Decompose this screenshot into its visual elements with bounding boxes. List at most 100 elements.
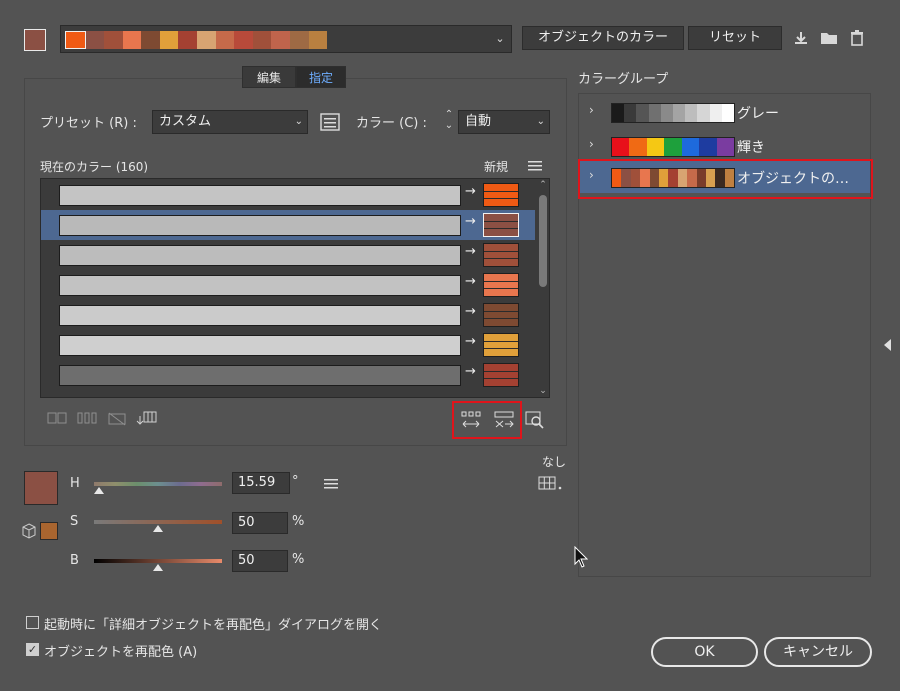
arrow-right-icon[interactable]: →	[465, 184, 483, 199]
color-group-row[interactable]: › 輝き	[579, 130, 870, 162]
table-row[interactable]: →	[41, 270, 535, 300]
arrow-right-icon[interactable]: →	[465, 274, 483, 289]
s-field[interactable]: 50	[232, 512, 288, 534]
color-group-row[interactable]: › グレー	[579, 96, 870, 128]
current-color-bar[interactable]	[59, 365, 461, 386]
color-library-grid-icon[interactable]	[538, 476, 564, 492]
current-color-bar[interactable]	[59, 275, 461, 296]
preset-dropdown[interactable]: カスタム ⌄	[152, 110, 308, 134]
save-group-icon[interactable]	[792, 30, 810, 48]
current-colors-header: 現在のカラー (160)	[40, 160, 149, 174]
object-color-button[interactable]: オブジェクトのカラー	[522, 26, 684, 50]
b-slider-thumb[interactable]	[153, 564, 163, 571]
color-reduction-options-icon[interactable]	[320, 112, 340, 132]
scroll-up-icon[interactable]: ⌃	[536, 179, 549, 191]
new-color-chip	[484, 364, 518, 372]
color-group-strip	[611, 103, 735, 123]
colors-label: カラー (C) :	[356, 116, 427, 131]
new-color-chip	[484, 199, 518, 207]
scroll-thumb[interactable]	[539, 195, 547, 287]
selected-color-swatch[interactable]	[24, 471, 58, 505]
recolor-object-label: オブジェクトを再配色 (A)	[44, 645, 198, 660]
new-color-swatch[interactable]	[483, 213, 519, 237]
new-color-chip	[484, 214, 518, 222]
recolor-object-checkbox[interactable]: ✓	[26, 643, 39, 656]
new-color-chip	[484, 184, 518, 192]
arrow-right-icon[interactable]: →	[465, 334, 483, 349]
arrow-right-icon[interactable]: →	[465, 244, 483, 259]
find-colors-in-artwork-icon[interactable]	[524, 410, 546, 429]
chevron-right-icon[interactable]: ›	[589, 137, 594, 151]
arrow-right-icon[interactable]: →	[465, 304, 483, 319]
h-slider-track[interactable]	[94, 482, 222, 486]
harmony-color-chip	[234, 31, 253, 49]
new-color-chip	[484, 259, 518, 267]
out-of-gamut-swatch[interactable]	[40, 522, 58, 540]
h-field[interactable]: 15.59	[232, 472, 290, 494]
current-color-bar[interactable]	[59, 185, 461, 206]
new-color-swatch[interactable]	[483, 363, 519, 387]
hsb-menu-icon[interactable]	[324, 478, 338, 490]
color-mode-cube-icon[interactable]	[22, 523, 38, 539]
colors-stepper[interactable]: ⌃ ⌄	[441, 109, 457, 135]
cancel-button[interactable]: キャンセル	[764, 637, 872, 667]
color-group-chip	[612, 104, 625, 122]
s-slider-track[interactable]	[94, 520, 222, 524]
current-color-swatch[interactable]	[24, 29, 46, 51]
chevron-right-icon[interactable]: ›	[589, 103, 594, 117]
list-menu-icon[interactable]	[528, 160, 542, 172]
b-field[interactable]: 50	[232, 550, 288, 572]
tab-edit[interactable]: 編集	[242, 66, 296, 88]
collapse-panel-icon[interactable]	[882, 338, 892, 352]
new-color-chip	[484, 251, 518, 260]
color-group-chip	[716, 138, 734, 156]
table-row[interactable]: →	[41, 360, 535, 390]
harmony-rule-dropdown[interactable]: ⌄	[60, 25, 512, 53]
exclude-colors-icon[interactable]	[106, 412, 128, 430]
new-color-swatch[interactable]	[483, 273, 519, 297]
new-color-swatch[interactable]	[483, 183, 519, 207]
current-color-bar[interactable]	[59, 245, 461, 266]
scroll-down-icon[interactable]: ⌄	[536, 385, 549, 397]
trash-icon[interactable]	[848, 30, 866, 48]
ok-button[interactable]: OK	[651, 637, 758, 667]
colors-dropdown[interactable]: 自動 ⌄	[458, 110, 550, 134]
harmony-color-strip	[65, 31, 328, 49]
open-on-launch-checkbox[interactable]	[26, 616, 39, 629]
color-assignment-list[interactable]: → → → → → → → ⌃ ⌄	[40, 178, 550, 398]
new-color-swatch[interactable]	[483, 333, 519, 357]
folder-icon[interactable]	[820, 30, 838, 48]
current-color-bar[interactable]	[59, 335, 461, 356]
new-color-swatch[interactable]	[483, 303, 519, 327]
chevron-down-icon[interactable]: ⌄	[491, 30, 509, 48]
randomly-change-saturation-icon[interactable]	[493, 410, 515, 428]
randomly-change-color-order-icon[interactable]	[460, 410, 482, 428]
table-row[interactable]: →	[41, 180, 535, 210]
color-group-chip	[681, 138, 700, 156]
reset-button[interactable]: リセット	[688, 26, 782, 50]
table-row[interactable]: →	[41, 240, 535, 270]
table-row[interactable]: →	[41, 300, 535, 330]
s-slider-thumb[interactable]	[153, 525, 163, 532]
color-group-chip	[624, 104, 637, 122]
new-color-chip	[484, 221, 518, 230]
merge-colors-icon[interactable]	[46, 412, 68, 430]
arrow-right-icon[interactable]: →	[465, 364, 483, 379]
list-scrollbar[interactable]: ⌃ ⌄	[536, 179, 549, 397]
tab-assign[interactable]: 指定	[296, 66, 346, 88]
table-row[interactable]: →	[41, 330, 535, 360]
chevron-down-icon: ⌄	[294, 116, 303, 127]
harmony-color-chip	[85, 31, 105, 49]
table-row[interactable]: →	[41, 210, 535, 240]
new-color-swatch[interactable]	[483, 243, 519, 267]
b-slider-track[interactable]	[94, 559, 222, 563]
new-color-chip	[484, 289, 518, 297]
none-label: なし	[542, 455, 567, 469]
arrow-right-icon[interactable]: →	[465, 214, 483, 229]
separate-colors-icon[interactable]	[76, 412, 98, 430]
current-color-bar[interactable]	[59, 215, 461, 236]
new-row-icon[interactable]	[136, 410, 158, 428]
current-color-bar[interactable]	[59, 305, 461, 326]
h-slider-thumb[interactable]	[94, 487, 104, 494]
preset-label: プリセット (R) :	[40, 116, 137, 131]
